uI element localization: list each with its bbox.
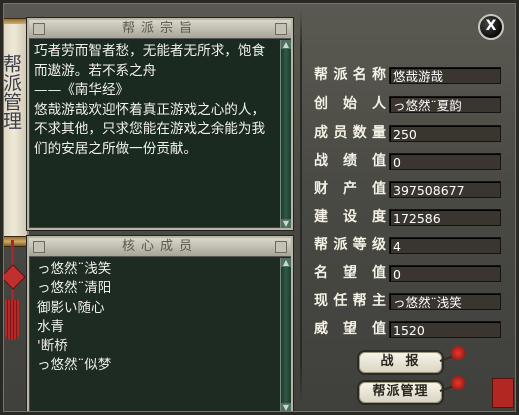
plum-blossom-icon <box>451 376 465 390</box>
member-count-label: 成员数量 <box>314 125 386 141</box>
fame-label: 名望值 <box>314 265 386 281</box>
guild-tenet-panel: 帮派宗旨 巧者劳而智者愁，无能者无所求，饱食而遨游。若不系之舟 ——《南华经》 … <box>27 18 293 230</box>
tenet-header: 帮派宗旨 <box>29 20 291 39</box>
header-left-ornament <box>33 23 45 35</box>
member-item[interactable]: 御影い随心 <box>37 299 277 318</box>
panel-divider <box>300 10 302 405</box>
tenet-scrollbar[interactable]: ▲ ▼ <box>280 40 291 228</box>
battle-report-button[interactable]: 战报 <box>357 350 444 375</box>
battle-record-label: 战绩值 <box>314 153 386 169</box>
tenet-text: 巧者劳而智者愁，无能者无所求，饱食而遨游。若不系之舟 ——《南华经》 悠哉游哉欢… <box>34 42 277 159</box>
member-item[interactable]: っ悠然¨清阳 <box>37 279 277 298</box>
scroll-down-icon[interactable]: ▼ <box>281 219 291 228</box>
tassel-fringe <box>5 300 19 340</box>
tassel-knot <box>0 264 26 290</box>
member-item[interactable]: っ悠然¨浅笑 <box>37 260 277 279</box>
tenet-quote: 巧者劳而智者愁，无能者无所求，饱食而遨游。若不系之舟 <box>34 43 266 79</box>
member-item[interactable]: っ悠然¨似梦 <box>37 356 277 375</box>
prestige-value: 1520 <box>389 321 501 338</box>
scroll-title: 帮派管理 <box>0 54 22 130</box>
red-seal-stamp <box>492 378 514 408</box>
guild-management-scroll: 帮派管理 <box>0 24 29 238</box>
plum-blossom-icon <box>451 346 465 360</box>
scroll-up-icon[interactable]: ▲ <box>281 40 291 49</box>
member-count-value: 250 <box>389 125 501 142</box>
current-leader-label: 现任帮主 <box>314 293 386 309</box>
scroll-down-icon[interactable]: ▼ <box>281 403 291 412</box>
guild-name-label: 帮派名称 <box>314 67 386 83</box>
close-button[interactable]: X <box>478 14 504 40</box>
founder-label: 创始人 <box>314 96 386 112</box>
member-item[interactable]: '断桥 <box>37 337 277 356</box>
tenet-title: 帮派宗旨 <box>121 21 198 36</box>
current-leader-value: っ悠然¨浅笑 <box>389 293 501 310</box>
guild-info-window: 帮派管理 帮派宗旨 巧者劳而智者愁，无能者无所求，饱食而遨游。若不系之舟 ——《… <box>0 0 519 415</box>
guild-level-label: 帮派等级 <box>314 237 386 253</box>
founder-value: っ悠然¨夏韵 <box>389 96 501 113</box>
battle-record-value: 0 <box>389 153 501 170</box>
member-item[interactable]: 水青 <box>37 318 277 337</box>
tenet-source: ——《南华经》 <box>34 82 130 98</box>
wealth-label: 财产值 <box>314 181 386 197</box>
scroll-up-icon[interactable]: ▲ <box>281 258 291 267</box>
prestige-label: 威望值 <box>314 321 386 337</box>
header-left-ornament <box>33 241 45 253</box>
construction-label: 建设度 <box>314 209 386 225</box>
guild-name-value: 悠哉游哉 <box>389 67 501 84</box>
members-title: 核心成员 <box>121 239 198 254</box>
guild-manage-button[interactable]: 帮派管理 <box>357 380 444 405</box>
tenet-message: 悠哉游哉欢迎怀着真正游戏之心的人，不求其他，只求您能在游戏之余能为我们的安居之所… <box>34 101 266 157</box>
guild-level-value: 4 <box>389 237 501 254</box>
members-header: 核心成员 <box>29 238 291 257</box>
wealth-value: 397508677 <box>389 181 501 198</box>
members-scrollbar[interactable]: ▲ ▼ <box>280 258 291 412</box>
core-members-panel: 核心成员 っ悠然¨浅笑 っ悠然¨清阳 御影い随心 水青 '断桥 っ悠然¨似梦 ▲… <box>27 236 293 414</box>
header-right-ornament <box>275 241 287 253</box>
header-right-ornament <box>275 23 287 35</box>
construction-value: 172586 <box>389 209 501 226</box>
member-list: っ悠然¨浅笑 っ悠然¨清阳 御影い随心 水青 '断桥 っ悠然¨似梦 <box>37 260 277 376</box>
fame-value: 0 <box>389 265 501 282</box>
